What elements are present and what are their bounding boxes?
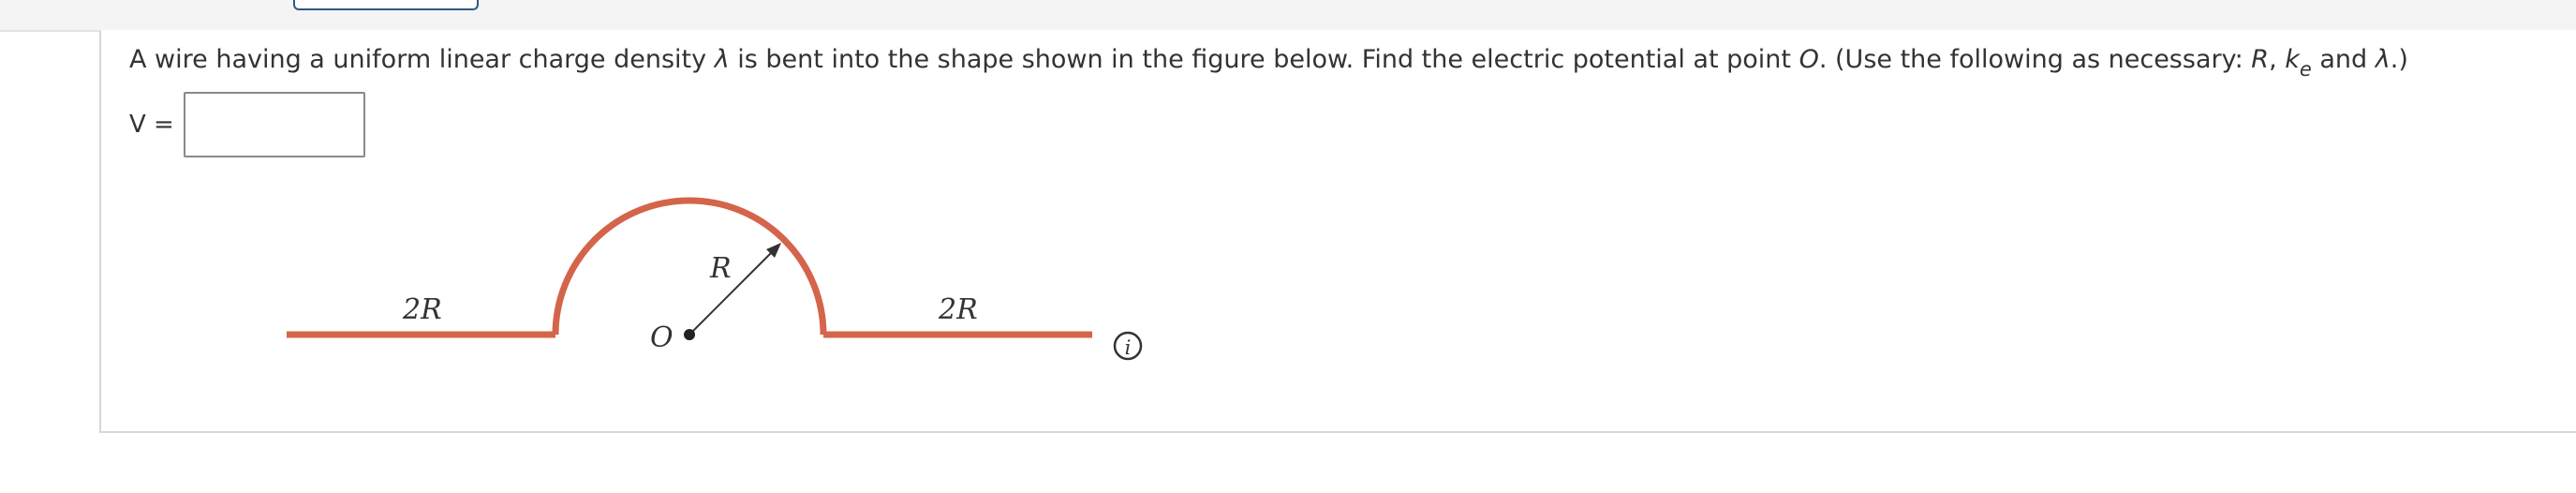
- info-icon-glyph: i: [1125, 336, 1132, 359]
- page: A wire having a uniform linear charge de…: [0, 0, 2576, 493]
- semicircle-wire: [552, 197, 827, 336]
- radius-label: R: [709, 252, 732, 285]
- center-point: [684, 329, 695, 340]
- center-label: O: [650, 321, 674, 354]
- wire-figure: 2R 2R R O i: [287, 197, 1143, 361]
- info-icon[interactable]: i: [1113, 331, 1143, 361]
- right-segment-label: 2R: [938, 293, 978, 326]
- left-segment-label: 2R: [402, 293, 442, 326]
